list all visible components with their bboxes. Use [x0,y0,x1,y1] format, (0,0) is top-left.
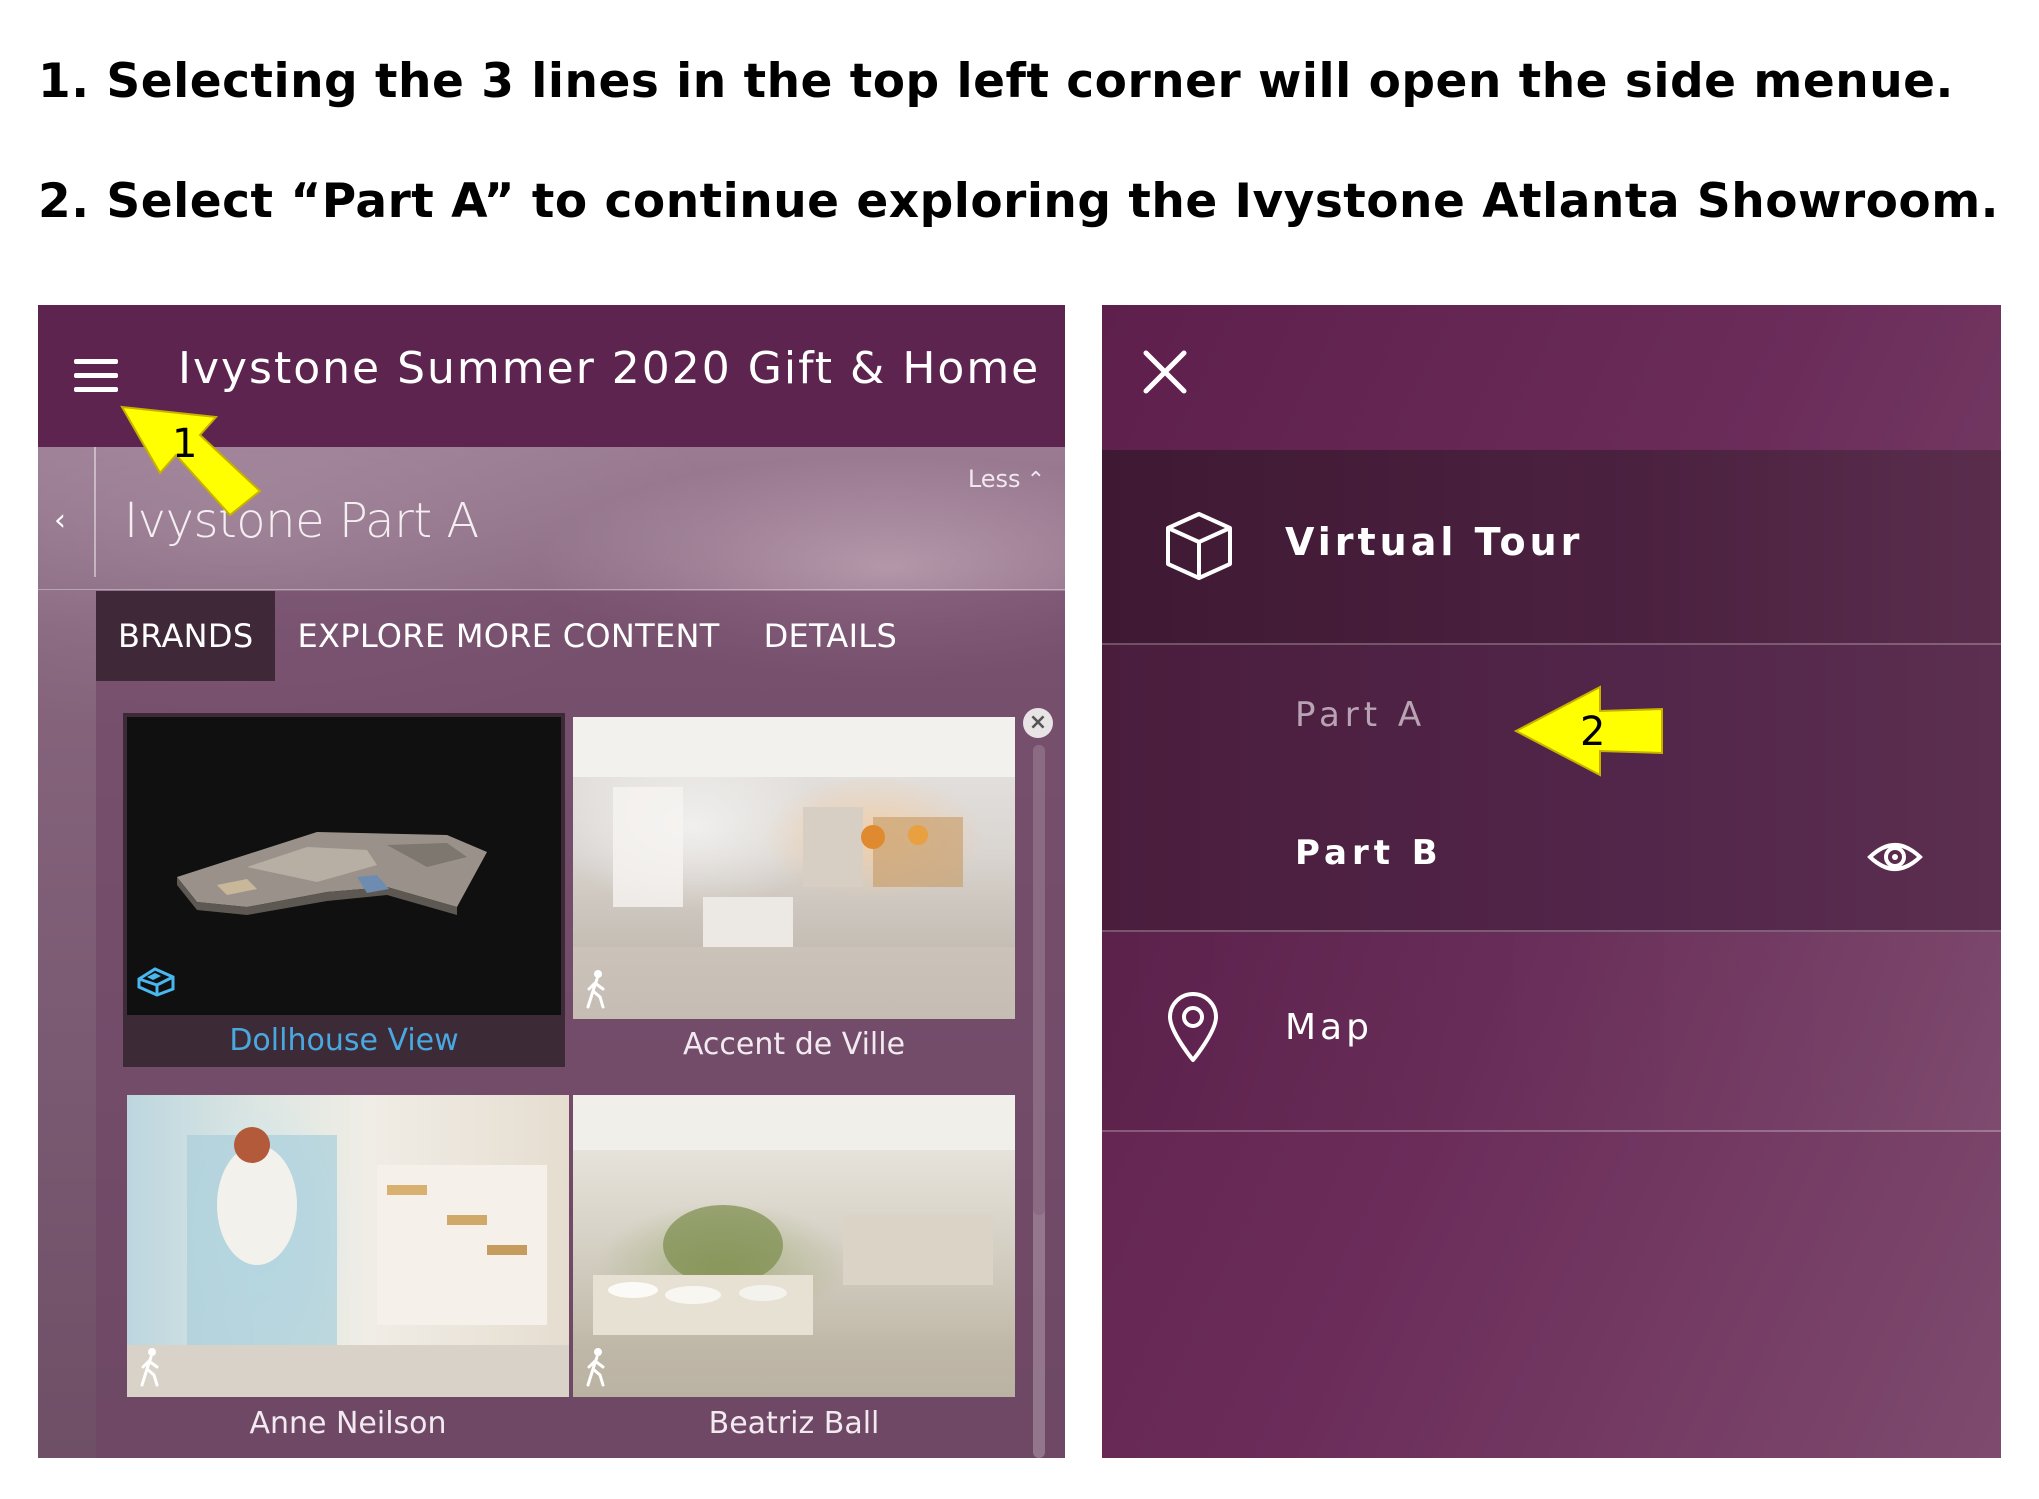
hamburger-menu-icon[interactable] [74,355,120,395]
less-toggle[interactable]: Less ⌃ [968,465,1045,493]
app-title: Ivystone Summer 2020 Gift & Home [178,343,1041,394]
divider [94,447,96,577]
submenu-item-part-b[interactable]: Part B [1295,833,1443,873]
close-panel-icon[interactable]: × [1023,708,1053,738]
tab-brands[interactable]: BRANDS [96,591,276,681]
side-menu-screen: Virtual Tour Part A Part B 2 Map [1102,305,2001,1458]
dollhouse-icon [137,967,175,997]
walk-icon [586,1348,605,1387]
less-label: Less [967,465,1021,493]
menu-label: Virtual Tour [1285,520,1584,564]
menu-item-map[interactable]: Map [1102,932,2001,1132]
chevron-up-icon: ⌃ [1026,468,1045,493]
card-label: Dollhouse View [229,1023,459,1058]
map-pin-icon [1168,992,1218,1062]
anne-neilson-thumbnail [127,1095,569,1397]
menu-item-virtual-tour[interactable]: Virtual Tour [1102,450,2001,645]
eye-icon[interactable] [1867,837,1923,877]
tour-screen-left: Ivystone Summer 2020 Gift & Home ‹ Ivyst… [38,305,1065,1458]
card-dollhouse-view[interactable]: Dollhouse View [123,713,565,1067]
callout-number-1: 1 [172,421,198,467]
walk-icon [140,1348,159,1387]
chevron-left-icon[interactable]: ‹ [54,503,66,538]
tab-bar: BRANDS EXPLORE MORE CONTENT DETAILS [96,591,919,681]
close-icon[interactable] [1140,347,1190,397]
tab-details[interactable]: DETAILS [742,591,920,681]
content-panel: BRANDS EXPLORE MORE CONTENT DETAILS Doll… [96,591,1065,1458]
callout-number-2: 2 [1580,709,1606,755]
card-label: Beatriz Ball [708,1406,880,1441]
beatriz-ball-thumbnail [573,1095,1015,1397]
scrollbar-thumb[interactable] [1033,745,1045,1215]
dollhouse-thumbnail [127,717,561,1015]
submenu-item-part-a[interactable]: Part A [1295,695,1426,735]
instruction-step-1: 1. Selecting the 3 lines in the top left… [38,54,1954,109]
virtual-tour-submenu: Part A Part B 2 [1102,645,2001,932]
accent-de-ville-thumbnail [573,717,1015,1019]
divider [38,589,1065,590]
card-label: Anne Neilson [249,1406,447,1441]
tab-explore-more-content[interactable]: EXPLORE MORE CONTENT [275,591,741,681]
walk-icon [586,970,605,1009]
menu-label: Map [1285,1007,1373,1048]
instruction-step-2: 2. Select “Part A” to continue exploring… [38,174,2000,229]
card-label: Accent de Ville [682,1027,906,1062]
cube-icon [1166,512,1232,580]
